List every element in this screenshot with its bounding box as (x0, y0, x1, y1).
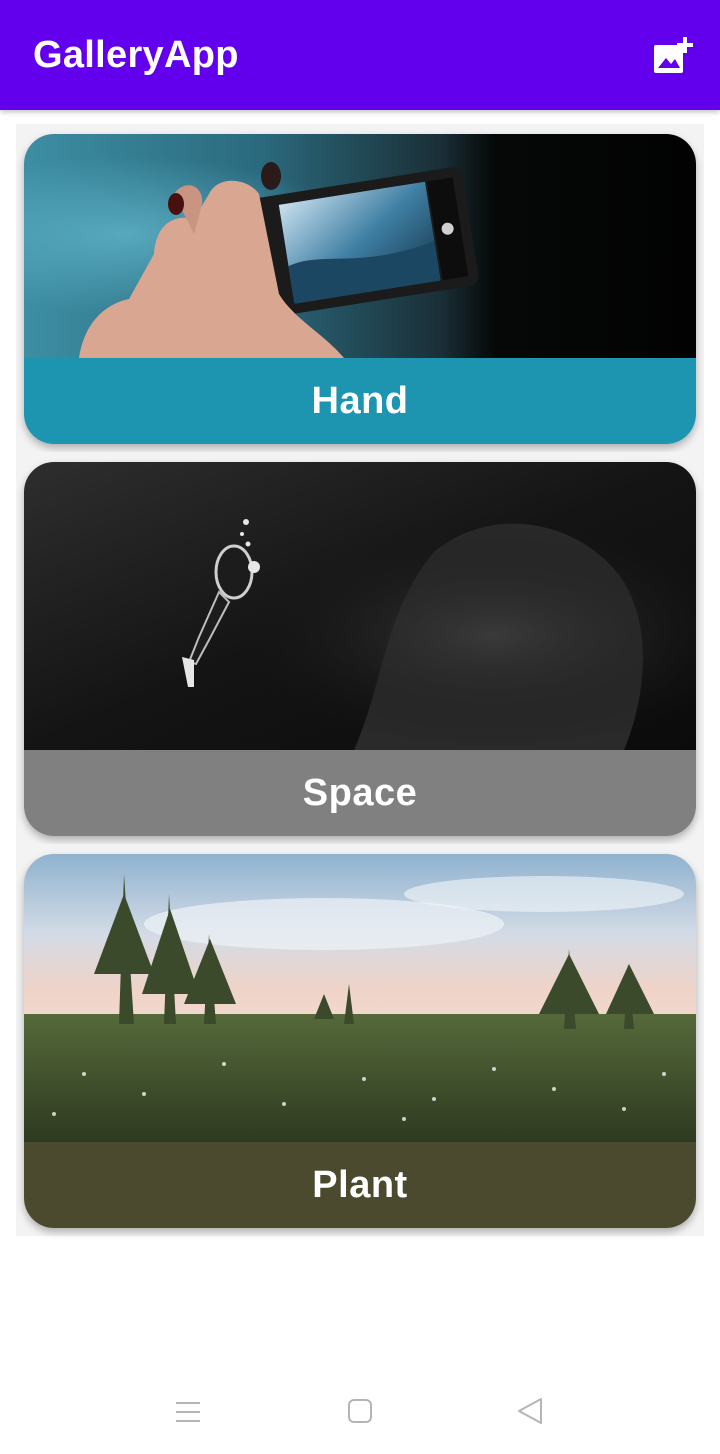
gallery-card-hand-wrapper: Hand (16, 124, 704, 452)
add-photo-button[interactable] (648, 32, 696, 80)
card-label-plant: Plant (24, 1142, 696, 1228)
plant-photo (24, 854, 696, 1142)
gallery-card-plant-wrapper: Plant (16, 844, 704, 1236)
app-title: GalleryApp (33, 34, 239, 76)
gallery-card[interactable]: Space (24, 462, 696, 836)
nav-menu-button[interactable] (168, 1394, 208, 1430)
gallery-card-space-wrapper: Space (16, 452, 704, 844)
space-photo (24, 462, 696, 750)
system-nav-bar (0, 1370, 720, 1454)
home-icon (348, 1399, 372, 1423)
add-photo-icon (654, 37, 693, 73)
back-icon (518, 1398, 542, 1424)
top-app-bar: GalleryApp (0, 0, 720, 110)
card-label-hand: Hand (24, 358, 696, 444)
hand-photo (24, 134, 696, 358)
gallery-card[interactable]: Hand (24, 134, 696, 444)
gallery-card[interactable]: Plant (24, 854, 696, 1228)
card-label-space: Space (24, 750, 696, 836)
nav-home-button[interactable] (340, 1394, 380, 1430)
menu-icon (176, 1402, 200, 1422)
nav-back-button[interactable] (510, 1394, 550, 1430)
gallery-list: Hand Space Plant (16, 124, 704, 1236)
